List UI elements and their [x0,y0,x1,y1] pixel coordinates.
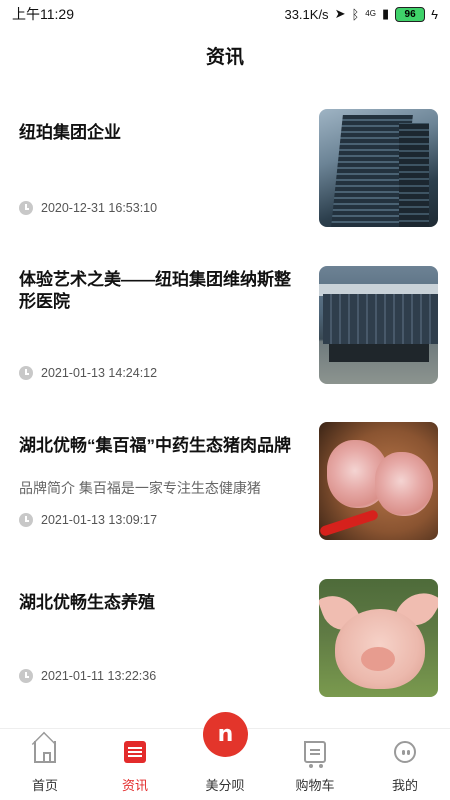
clock-icon [19,513,33,527]
tab-label: 资讯 [121,778,148,793]
tab-label: 购物车 [295,778,335,793]
news-title: 湖北优畅生态养殖 [19,593,155,612]
profile-icon [394,741,416,763]
news-time: 2021-01-13 14:24:12 [19,366,157,380]
home-icon [34,741,56,763]
news-time: 2021-01-11 13:22:36 [19,669,156,683]
bluetooth-icon: ᛒ [351,6,360,22]
status-time: 上午11:29 [12,6,74,22]
cart-icon [304,741,326,768]
pig-snout-shape [361,647,395,671]
news-item[interactable]: 体验艺术之美——纽珀集团维纳斯整形医院 2021-01-13 14:24:12 [0,260,450,390]
steak-shape [375,452,433,516]
network-tag: 4G [365,9,376,18]
status-indicators: 33.1K/s ➤ ᛒ 4G ▮ 96 ϟ [284,6,438,22]
news-time-text: 2020-12-31 16:53:10 [41,201,158,215]
tab-label: 首页 [31,778,58,793]
clock-icon [19,669,33,683]
news-item[interactable]: 湖北优畅“集百福”中药生态猪肉品牌 品牌简介 集百福是一家专注生态健康猪 202… [0,422,450,552]
tab-news[interactable]: 资讯 [90,729,180,800]
clock-icon [19,366,33,380]
charging-icon: ϟ [431,6,438,22]
news-time-text: 2021-01-11 13:22:36 [41,669,157,683]
location-icon: ➤ [334,6,346,21]
clock-icon [19,201,33,215]
news-icon [124,741,146,763]
news-item[interactable]: 湖北优畅生态养殖 2021-01-11 13:22:36 [0,579,450,709]
news-title: 纽珀集团企业 [19,123,121,142]
status-bar: 上午11:29 33.1K/s ➤ ᛒ 4G ▮ 96 ϟ [0,0,450,28]
chili-shape [319,508,380,538]
clinic-building-photo [319,266,438,384]
tab-mine[interactable]: 我的 [360,729,450,800]
news-time: 2021-01-13 13:09:17 [19,513,157,527]
pig-photo [319,579,438,697]
news-summary: 品牌简介 集百福是一家专注生态健康猪 [19,480,261,496]
news-title: 湖北优畅“集百福”中药生态猪肉品牌 [19,436,291,455]
pork-steak-photo [319,422,438,540]
mei-logo-icon: n [217,722,234,747]
news-time-text: 2021-01-13 13:09:17 [41,513,158,527]
battery-icon: 96 [395,6,426,22]
page-title: 资讯 [205,47,244,68]
tab-home[interactable]: 首页 [0,729,90,800]
news-time: 2020-12-31 16:53:10 [19,201,157,215]
news-item[interactable]: 纽珀集团企业 2020-12-31 16:53:10 [0,100,450,230]
mei-logo-button[interactable]: n [203,712,248,757]
signal-icon: ▮ [381,6,390,21]
facade-shape [323,294,438,344]
tab-label: 我的 [391,778,418,793]
tower-side-shape [399,123,429,227]
office-tower-photo [319,109,438,227]
news-title: 体验艺术之美——纽珀集团维纳斯整形医院 [19,270,291,311]
tab-cart[interactable]: 购物车 [270,729,360,800]
net-speed: 33.1K/s [284,6,329,22]
tab-label: 美分呗 [205,778,245,793]
news-time-text: 2021-01-13 14:24:12 [41,366,158,380]
glass-front-shape [329,344,429,362]
